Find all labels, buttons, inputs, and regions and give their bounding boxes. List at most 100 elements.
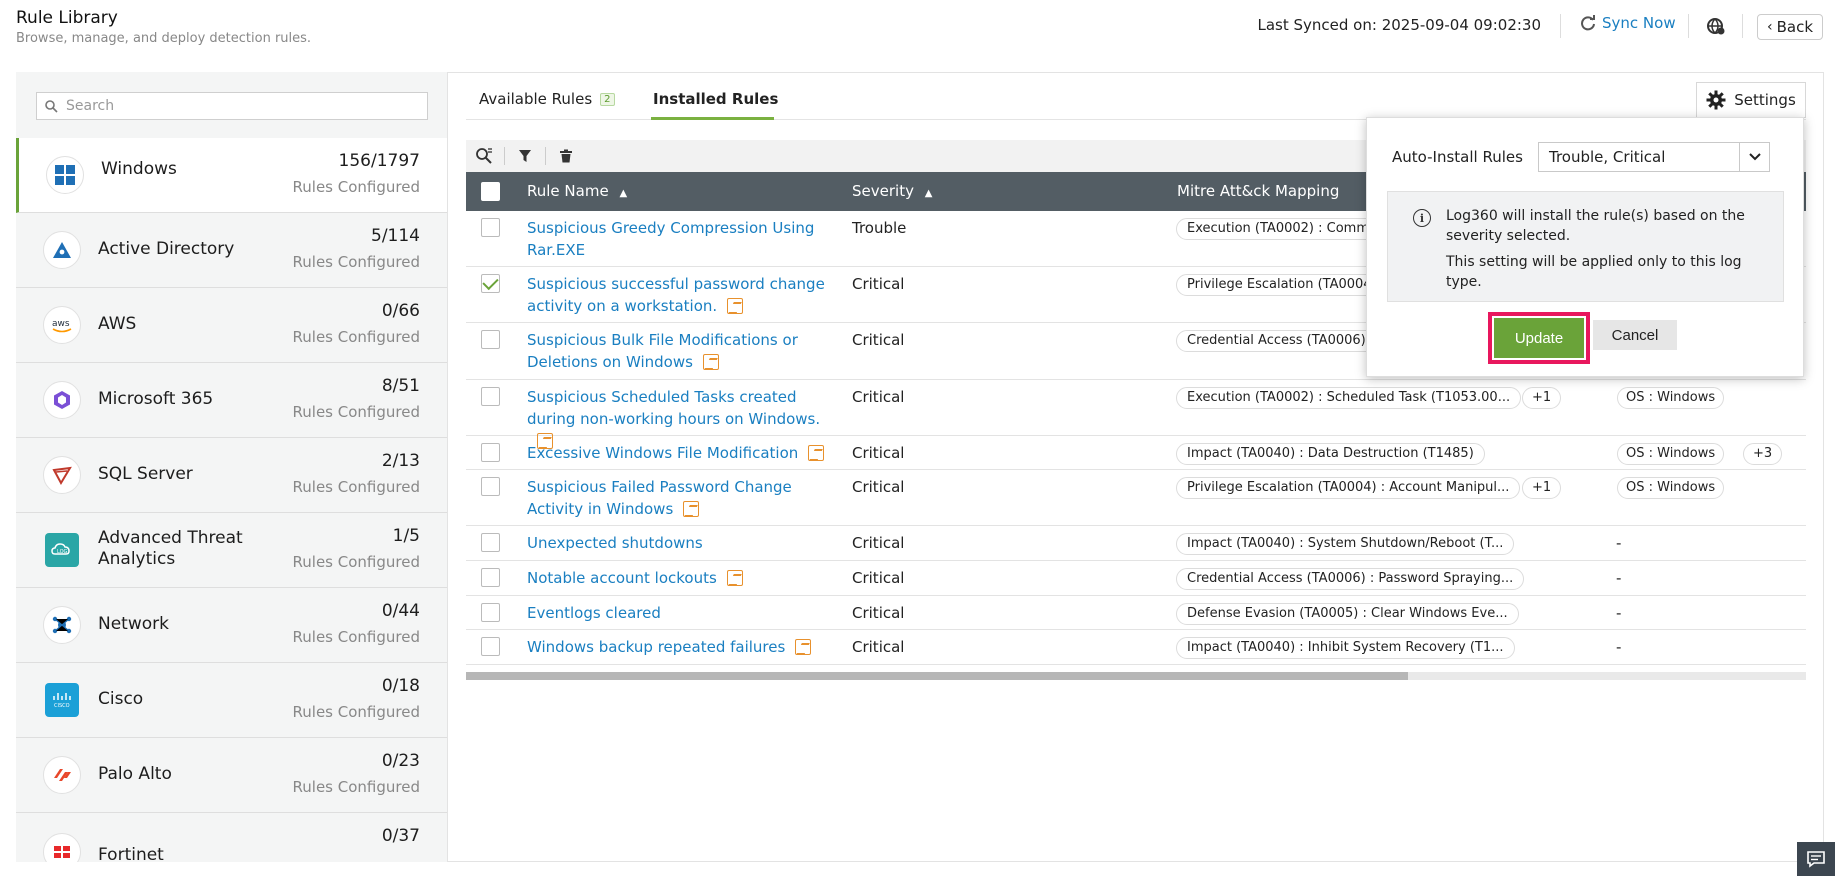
rule-name-link[interactable]: Suspicious Failed Password Change Activi… xyxy=(527,476,837,520)
globe-settings-icon[interactable] xyxy=(1705,15,1727,37)
chat-button[interactable] xyxy=(1797,842,1835,876)
sidebar-item-label: Fortinet xyxy=(98,845,164,862)
row-checkbox-checked[interactable] xyxy=(481,273,500,293)
rule-name-link[interactable]: Notable account lockouts xyxy=(527,567,847,589)
rules-count: 0/18 xyxy=(381,676,420,696)
severity-value: Critical xyxy=(852,604,905,622)
column-mitre[interactable]: Mitre Att&ck Mapping xyxy=(1177,182,1339,200)
sidebar-item-windows[interactable]: Windows 156/1797 Rules Configured xyxy=(16,138,447,213)
rules-count: 156/1797 xyxy=(338,151,420,171)
table-row: Windows backup repeated failures Critica… xyxy=(466,630,1806,665)
last-synced-text: Last Synced on: 2025-09-04 09:02:30 xyxy=(1257,16,1542,34)
windows-icon xyxy=(46,156,84,194)
scrollbar-thumb[interactable] xyxy=(466,672,1408,680)
rules-configured-label: Rules Configured xyxy=(292,628,420,646)
back-label: Back xyxy=(1776,18,1814,36)
sidebar-item-active-directory[interactable]: Active Directory 5/114 Rules Configured xyxy=(16,213,447,288)
row-checkbox[interactable] xyxy=(481,387,500,406)
mitre-chip: Impact (TA0040) : Inhibit System Recover… xyxy=(1176,637,1515,659)
sidebar-item-microsoft-365[interactable]: Microsoft 365 8/51 Rules Configured xyxy=(16,363,447,438)
row-checkbox[interactable] xyxy=(481,443,500,462)
tab-installed-rules[interactable]: Installed Rules xyxy=(653,90,778,108)
table-row: Unexpected shutdowns Critical Impact (TA… xyxy=(466,526,1806,561)
more-mappings-chip[interactable]: +1 xyxy=(1522,387,1562,409)
severity-value: Critical xyxy=(852,331,905,349)
severity-value: Critical xyxy=(852,569,905,587)
custom-rule-icon xyxy=(726,570,743,586)
page-header: Rule Library Browse, manage, and deploy … xyxy=(0,0,1841,60)
sidebar-item-advanced-threat-analytics[interactable]: LOG Advanced Threat Analytics 1/5 Rules … xyxy=(16,513,447,588)
rules-count: 0/44 xyxy=(381,601,420,621)
column-rule-name[interactable]: Rule Name ▲ xyxy=(527,182,627,200)
row-checkbox[interactable] xyxy=(481,533,500,552)
row-checkbox[interactable] xyxy=(481,330,500,349)
select-all-checkbox[interactable] xyxy=(481,182,500,201)
sync-now-label: Sync Now xyxy=(1602,14,1676,32)
sidebar-item-aws[interactable]: aws AWS 0/66 Rules Configured xyxy=(16,288,447,363)
rule-name-link[interactable]: Suspicious Bulk File Modifications or De… xyxy=(527,329,817,373)
active-tab-indicator xyxy=(651,117,774,120)
rule-name-link[interactable]: Suspicious successful password change ac… xyxy=(527,273,827,317)
more-os-chip[interactable]: +3 xyxy=(1743,443,1783,465)
os-empty: - xyxy=(1616,569,1622,587)
mitre-chip: Impact (TA0040) : System Shutdown/Reboot… xyxy=(1176,533,1515,555)
severity-value: Trouble xyxy=(852,219,907,237)
sidebar-item-sql-server[interactable]: SQL Server 2/13 Rules Configured xyxy=(16,438,447,513)
row-checkbox[interactable] xyxy=(481,568,500,587)
cancel-button[interactable]: Cancel xyxy=(1593,320,1677,350)
rules-count: 0/37 xyxy=(381,826,420,846)
auto-install-settings-popover: Auto-Install Rules Trouble, Critical i L… xyxy=(1366,117,1804,377)
mitre-chip: Impact (TA0040) : Data Destruction (T148… xyxy=(1176,443,1485,465)
sync-now-button[interactable]: Sync Now xyxy=(1580,14,1676,32)
column-severity[interactable]: Severity ▲ xyxy=(852,182,932,200)
rule-name-link[interactable]: Windows backup repeated failures xyxy=(527,636,847,658)
tab-available-rules[interactable]: Available Rules 2 xyxy=(479,90,615,108)
sidebar-item-label: Advanced Threat Analytics xyxy=(98,528,243,569)
refresh-icon xyxy=(1581,15,1595,31)
update-button[interactable]: Update xyxy=(1494,318,1584,358)
severity-value: Critical xyxy=(852,444,905,462)
severity-value: Critical xyxy=(852,275,905,293)
more-mappings-chip[interactable]: +1 xyxy=(1522,477,1562,499)
horizontal-scrollbar[interactable] xyxy=(466,672,1806,680)
microsoft-365-icon xyxy=(43,381,81,419)
aws-icon: aws xyxy=(43,306,81,344)
search-icon xyxy=(45,99,58,113)
rules-count: 0/66 xyxy=(381,301,420,321)
chevron-down-icon xyxy=(1739,143,1769,171)
chat-icon xyxy=(1807,851,1825,868)
custom-rule-icon xyxy=(808,445,825,461)
filter-icon[interactable] xyxy=(515,146,535,166)
divider xyxy=(1560,14,1561,38)
toolbar-divider xyxy=(545,147,546,165)
rule-name-link[interactable]: Suspicious Greedy Compression Using Rar.… xyxy=(527,217,827,261)
rules-configured-label: Rules Configured xyxy=(292,253,420,271)
advanced-search-icon[interactable] xyxy=(474,146,494,166)
search-field[interactable] xyxy=(36,92,428,120)
os-empty: - xyxy=(1616,638,1622,656)
sidebar-item-palo-alto[interactable]: Palo Alto 0/23 Rules Configured xyxy=(16,738,447,813)
back-button[interactable]: ‹ Back xyxy=(1757,14,1823,40)
row-checkbox[interactable] xyxy=(481,637,500,656)
row-checkbox[interactable] xyxy=(481,603,500,622)
rules-configured-label: Rules Configured xyxy=(292,403,420,421)
os-chip: OS : Windows xyxy=(1617,443,1725,465)
row-checkbox[interactable] xyxy=(481,218,500,237)
rule-name-link[interactable]: Unexpected shutdowns xyxy=(527,532,847,554)
sidebar-item-label: Palo Alto xyxy=(98,764,172,784)
custom-rule-icon xyxy=(795,639,812,655)
custom-rule-icon xyxy=(702,354,719,370)
page-title: Rule Library xyxy=(16,8,118,28)
delete-icon[interactable] xyxy=(556,146,576,166)
sidebar-item-fortinet[interactable]: Fortinet 0/37 xyxy=(16,813,447,862)
severity-select[interactable]: Trouble, Critical xyxy=(1538,142,1770,172)
sidebar-item-cisco[interactable]: CISCO Cisco 0/18 Rules Configured xyxy=(16,663,447,738)
search-input[interactable] xyxy=(66,98,406,114)
mitre-chip: Execution (TA0002) : Comm xyxy=(1176,218,1380,240)
sidebar-item-network[interactable]: Network 0/44 Rules Configured xyxy=(16,588,447,663)
rule-name-link[interactable]: Excessive Windows File Modification xyxy=(527,442,847,464)
sort-asc-icon: ▲ xyxy=(619,188,628,199)
row-checkbox[interactable] xyxy=(481,477,500,496)
rule-name-link[interactable]: Eventlogs cleared xyxy=(527,602,847,624)
settings-button[interactable]: Settings xyxy=(1696,82,1806,118)
